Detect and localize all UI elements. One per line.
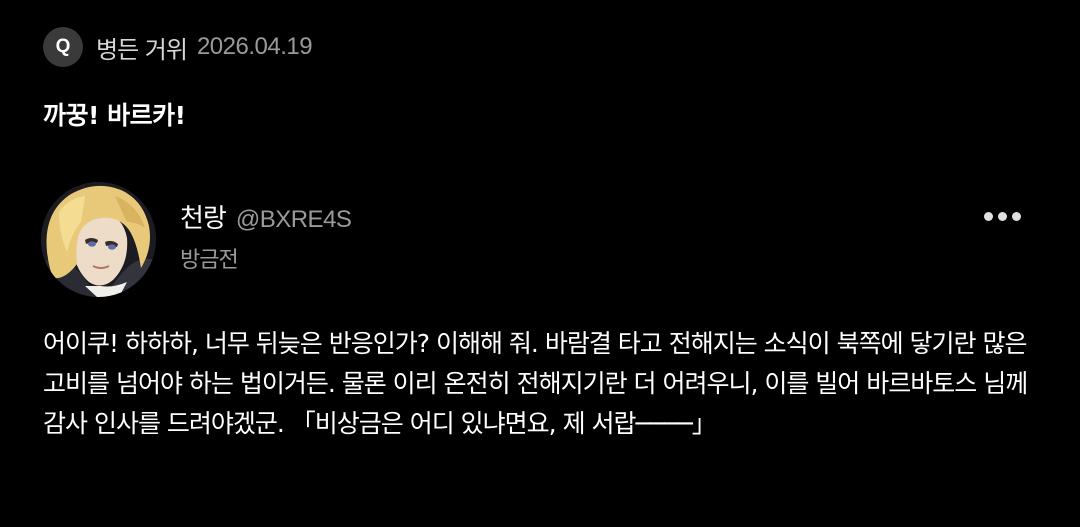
reply-body-text: 어이쿠! 하하하, 너무 뒤늦은 반응인가? 이해해 줘. 바람결 타고 전해지… [43, 329, 1028, 438]
more-horizontal-icon-dot [997, 211, 1007, 221]
question-badge-icon: Q [43, 27, 83, 67]
reply-author-handle[interactable]: @BXRE4S [236, 206, 352, 234]
reply-author-name[interactable]: 천랑 [180, 198, 227, 235]
question-author[interactable]: 병든 거위 [96, 30, 188, 65]
more-options-button[interactable] [976, 202, 1028, 230]
character-portrait-icon [41, 182, 156, 297]
reply-timestamp: 방금전 [180, 248, 239, 273]
question-date: 2026.04.19 [196, 33, 313, 60]
more-horizontal-icon-dot [1011, 211, 1021, 221]
question-header: Q 병든 거위 2026.04.19 [43, 27, 313, 67]
question-text: 까꿍! 바르카! [43, 101, 186, 130]
more-horizontal-icon-dot [983, 211, 993, 221]
reply-avatar[interactable] [41, 182, 156, 297]
reply-header: 천랑 @BXRE4S [180, 198, 352, 235]
